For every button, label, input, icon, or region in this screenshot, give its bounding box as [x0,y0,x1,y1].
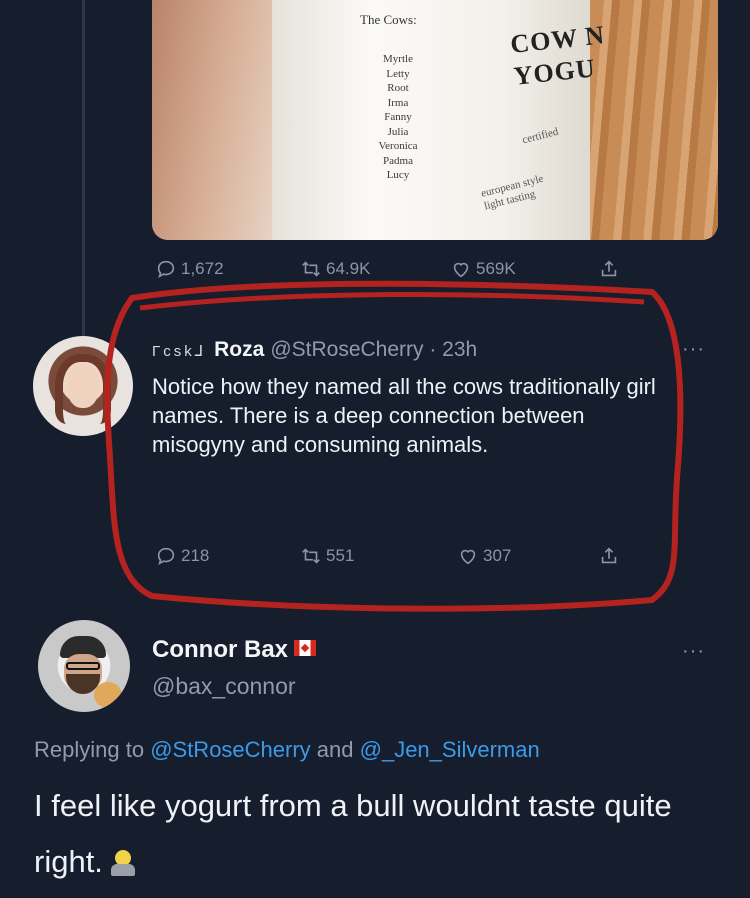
retweet-count: 64.9K [326,259,371,278]
cow-name: Veronica [378,140,418,152]
shrug-emoji-icon [109,848,137,876]
like-count: 307 [483,546,512,565]
reply-icon [157,260,175,279]
tweet-text-connor: I feel like yogurt from a bull wouldnt t… [34,778,724,890]
replying-to: Replying to @StRoseCherry and @_Jen_Silv… [34,737,540,763]
tweet-text-roza: Notice how they named all the cows tradi… [152,374,656,457]
cow-name: Julia [387,125,409,138]
cow-name: Myrtle [383,53,413,65]
reply-user-link[interactable]: @_Jen_Silverman [360,737,540,762]
heart-icon [453,262,469,278]
canada-flag-icon [294,640,317,656]
handle-connor[interactable]: @bax_connor [152,673,296,700]
image-tweet-actions: 1,672 64.9K 569K [0,254,750,284]
cow-names-list: Myrtle Letty Root Irma Fanny Julia Veron… [374,52,422,183]
like-count: 569K [476,259,516,278]
share-icon [601,260,617,277]
display-name[interactable]: Connor Bax [152,636,288,663]
display-name-connor[interactable]: Connor Bax [152,636,317,664]
like-action[interactable]: 569K [450,258,516,280]
reply-count: 218 [181,546,210,565]
cow-name: Lucy [386,169,410,181]
cow-name: Root [387,82,409,94]
retweet-icon [302,261,320,277]
display-name[interactable]: Roza [214,338,264,361]
yogurt-photo[interactable]: The Cows: Myrtle Letty Root Irma Fanny J… [152,0,718,240]
retweet-count: 551 [326,546,355,565]
reply-action[interactable]: 1,672 [155,258,224,280]
replying-and: and [310,737,360,762]
name-flair: Γcsk⅃ [152,343,207,360]
wood-background [590,0,718,240]
reply-action[interactable]: 218 [155,545,209,567]
cow-name: Irma [387,96,409,109]
reply-icon [157,547,175,566]
hand-area [152,0,272,240]
avatar-glasses [66,662,100,670]
avatar-dog [94,682,122,708]
share-icon [601,547,617,564]
reply-count: 1,672 [181,259,224,278]
brand-label: COW N YOGU [509,19,610,93]
reply-user-link[interactable]: @StRoseCherry [150,737,311,762]
retweet-icon [302,548,320,564]
replying-prefix: Replying to [34,737,151,762]
more-options-icon[interactable]: ··· [682,338,705,361]
handle-time[interactable]: @StRoseCherry · 23h [270,338,477,361]
avatar-roza[interactable] [33,336,133,436]
cow-name: Padma [383,154,413,167]
more-options-icon[interactable]: ··· [682,640,705,663]
thread-line [82,0,85,340]
retweet-action[interactable]: 551 [300,545,354,567]
roza-tweet-actions: 218 551 307 [0,541,750,571]
cow-name: Fanny [384,111,412,123]
cows-heading: The Cows: [360,12,417,27]
heart-icon [460,549,476,565]
share-action[interactable] [598,545,620,567]
avatar-connor[interactable] [38,620,130,712]
avatar-face [67,364,99,408]
retweet-action[interactable]: 64.9K [300,258,370,280]
share-action[interactable] [598,258,620,280]
tweet-header-roza: Γcsk⅃ Roza @StRoseCherry · 23h [152,338,477,362]
like-action[interactable]: 307 [457,545,511,567]
cow-name: Letty [386,67,410,80]
